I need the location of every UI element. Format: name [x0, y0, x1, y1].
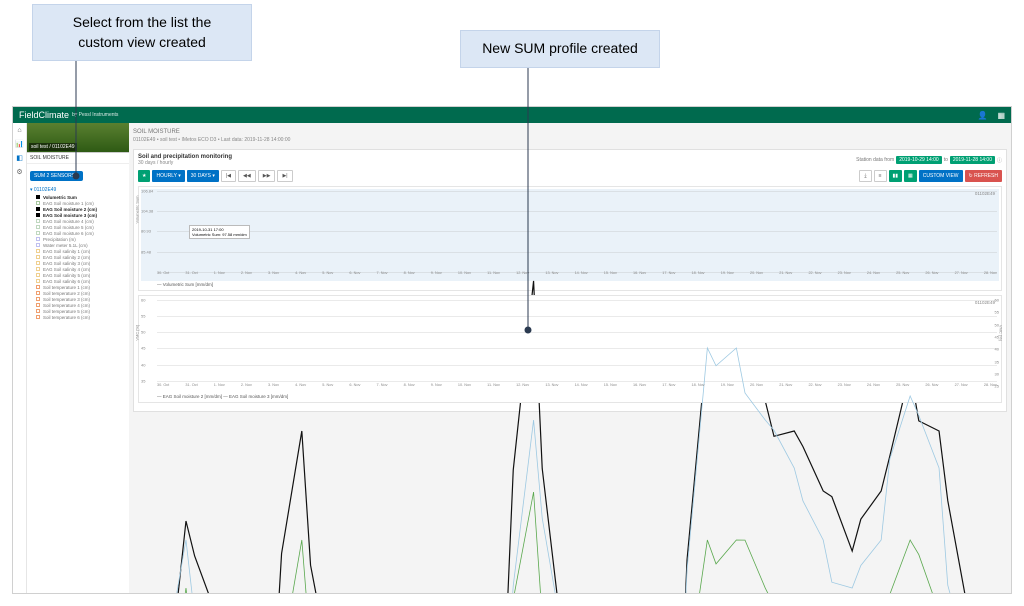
annotation-left: Select from the list the custom view cre… [32, 4, 252, 61]
annotation-right: New SUM profile created [460, 30, 660, 68]
